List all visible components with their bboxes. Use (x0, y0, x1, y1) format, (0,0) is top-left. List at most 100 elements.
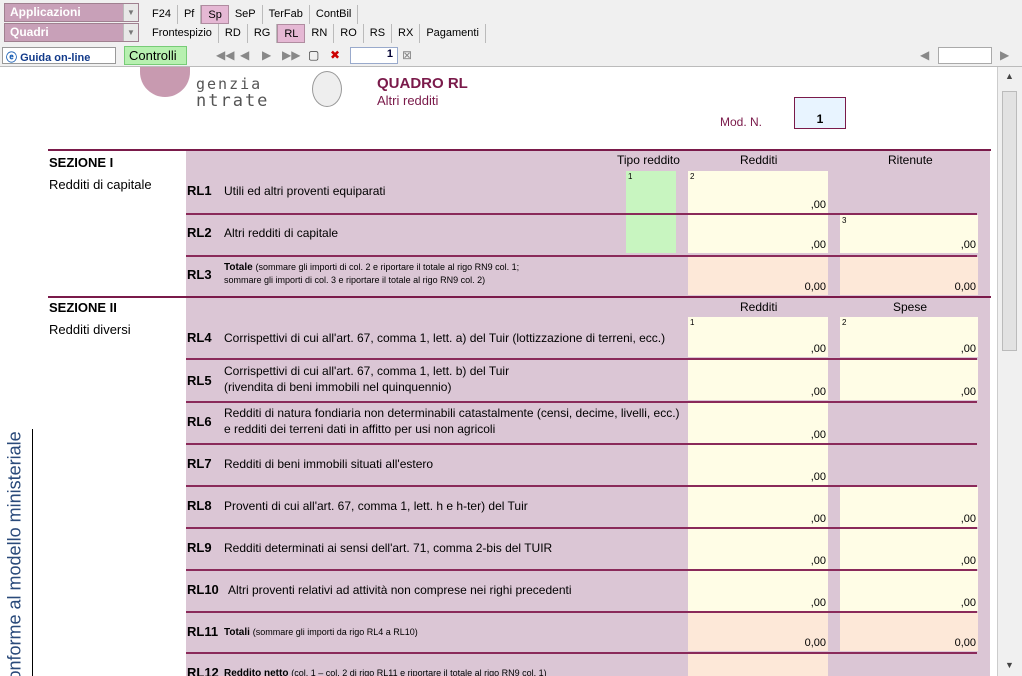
page-number-input[interactable]: 1 (350, 47, 398, 64)
quadri-label: Quadri (10, 25, 49, 39)
scrollbar-thumb[interactable] (1002, 91, 1017, 351)
row-code-rl10: RL10 (187, 582, 219, 597)
tab-sp[interactable]: Sp (201, 5, 229, 24)
tab-rl[interactable]: RL (277, 24, 306, 43)
mod-number-field[interactable]: 1 (794, 97, 846, 129)
tipo-reddito-field[interactable] (626, 215, 676, 253)
tipo-reddito-field[interactable]: 1 (626, 171, 676, 213)
row-code-rl9: RL9 (187, 540, 212, 555)
row-desc-rl2: Altri redditi di capitale (224, 226, 339, 240)
chevron-down-icon[interactable]: ▼ (123, 24, 138, 41)
row-code-rl7: RL7 (187, 456, 212, 471)
delete-page-icon[interactable]: ✖ (330, 48, 340, 62)
row-desc-rl3: Totale (sommare gli importi di col. 2 e … (224, 262, 520, 285)
row-desc-rl10: Altri proventi relativi ad attività non … (228, 583, 572, 597)
tab-rd[interactable]: RD (219, 24, 248, 43)
redditi-field[interactable]: ,00 (688, 360, 828, 400)
row-code-rl2: RL2 (187, 225, 212, 240)
col-ritenute: Ritenute (888, 153, 933, 167)
redditi-field[interactable]: ,00 (688, 403, 828, 443)
totale-spese-field: 0,00 (840, 613, 978, 651)
guida-label: Guida on-line (20, 52, 91, 64)
chevron-down-icon[interactable]: ▼ (123, 4, 138, 21)
row-desc-rl12: Reddito netto (col. 1 – col. 2 di rigo R… (224, 668, 547, 676)
sezione1-title: SEZIONE I (49, 155, 114, 170)
reddito-netto-field (688, 654, 828, 676)
col-redditi: Redditi (740, 153, 778, 167)
row-desc-rl4: Corrispettivi di cui all'art. 67, comma … (224, 331, 666, 345)
row-desc-rl6: Redditi di natura fondiaria non determin… (224, 406, 680, 436)
quadri-combo[interactable]: Quadri ▼ (4, 23, 139, 42)
tab-contbil[interactable]: ContBil (310, 5, 359, 24)
col-spese: Spese (893, 300, 928, 314)
last-page-icon[interactable]: ▶▶ (282, 48, 300, 62)
scroll-left-icon[interactable]: ◀ (920, 48, 929, 62)
logo-bottom-text: ntrate (196, 91, 270, 111)
row-code-rl11: RL11 (187, 624, 219, 639)
redditi-field[interactable]: ,00 (688, 487, 828, 527)
top-bar: Applicazioni ▼ Quadri ▼ F24 Pf Sp SeP Te… (0, 0, 1022, 45)
row-desc-rl5: Corrispettivi di cui all'art. 67, comma … (224, 364, 510, 394)
tab-rn[interactable]: RN (305, 24, 335, 43)
spese-field[interactable]: ,00 (840, 360, 978, 400)
first-page-icon[interactable]: ◀◀ (216, 48, 234, 62)
delete-icon[interactable]: ⊠ (402, 48, 412, 62)
row-code-rl1: RL1 (187, 183, 212, 198)
scroll-down-icon[interactable]: ▼ (1005, 660, 1014, 670)
search-field[interactable] (938, 47, 992, 64)
toolbar: ⓔ Guida on-line Controlli ◀◀ ◀ ▶ ▶▶ ▢ ✖ … (0, 45, 1022, 67)
prev-page-icon[interactable]: ◀ (240, 48, 249, 62)
app-tabs: F24 Pf Sp SeP TerFab ContBil (146, 5, 359, 24)
applicazioni-label: Applicazioni (10, 5, 81, 19)
applicazioni-combo[interactable]: Applicazioni ▼ (4, 3, 139, 22)
redditi-field[interactable]: ,00 (688, 215, 828, 253)
new-page-icon[interactable]: ▢ (308, 48, 319, 62)
row-desc-rl9: Redditi determinati ai sensi dell'art. 7… (224, 541, 553, 555)
redditi-field[interactable]: ,00 (688, 445, 828, 485)
spese-field[interactable]: ,00 (840, 487, 978, 527)
divider (186, 443, 977, 445)
emblem-icon (312, 71, 342, 107)
divider (186, 401, 977, 403)
tab-ro[interactable]: RO (334, 24, 364, 43)
vertical-scrollbar[interactable]: ▲ ▼ (997, 67, 1022, 676)
redditi-field[interactable]: 1,00 (688, 317, 828, 357)
side-divider (32, 429, 33, 676)
tab-rs[interactable]: RS (364, 24, 393, 43)
tab-sep[interactable]: SeP (229, 5, 263, 24)
spese-field[interactable]: ,00 (840, 529, 978, 569)
row-desc-rl8: Proventi di cui all'art. 67, comma 1, le… (224, 499, 528, 513)
sezione2-title: SEZIONE II (49, 300, 117, 315)
row-code-rl5: RL5 (187, 373, 212, 388)
tab-frontespizio[interactable]: Frontespizio (146, 24, 219, 43)
spese-field[interactable]: 2,00 (840, 317, 978, 357)
next-page-icon[interactable]: ▶ (262, 48, 271, 62)
redditi-field[interactable]: ,00 (688, 571, 828, 611)
tab-pagamenti[interactable]: Pagamenti (420, 24, 486, 43)
guida-online-button[interactable]: ⓔ Guida on-line (2, 47, 116, 64)
tab-rg[interactable]: RG (248, 24, 278, 43)
tab-terfab[interactable]: TerFab (263, 5, 310, 24)
totale-ritenute-field: 0,00 (840, 257, 978, 295)
browser-icon: ⓔ (6, 52, 17, 64)
tab-pf[interactable]: Pf (178, 5, 202, 24)
controlli-button[interactable]: Controlli (124, 46, 187, 65)
side-note: onforme al modello ministeriale (4, 431, 25, 676)
redditi-field[interactable]: 2,00 (688, 171, 828, 213)
tab-f24[interactable]: F24 (146, 5, 178, 24)
scroll-right-icon[interactable]: ▶ (1000, 48, 1009, 62)
quadro-title: QUADRO RL (377, 75, 468, 92)
scroll-up-icon[interactable]: ▲ (1005, 71, 1014, 81)
spese-field[interactable]: ,00 (840, 571, 978, 611)
sezione1-subtitle: Redditi di capitale (49, 177, 152, 192)
tab-rx[interactable]: RX (392, 24, 421, 43)
ritenute-field[interactable]: 3,00 (840, 215, 978, 253)
mod-label: Mod. N. (720, 115, 763, 129)
row-desc-rl11: Totali (sommare gli importi da rigo RL4 … (224, 627, 418, 638)
col-redditi-2: Redditi (740, 300, 778, 314)
row-code-rl8: RL8 (187, 498, 212, 513)
redditi-field[interactable]: ,00 (688, 529, 828, 569)
logo-arc (140, 67, 190, 97)
quadro-subtitle: Altri redditi (377, 93, 439, 108)
row-code-rl12: RL12 (187, 665, 219, 676)
